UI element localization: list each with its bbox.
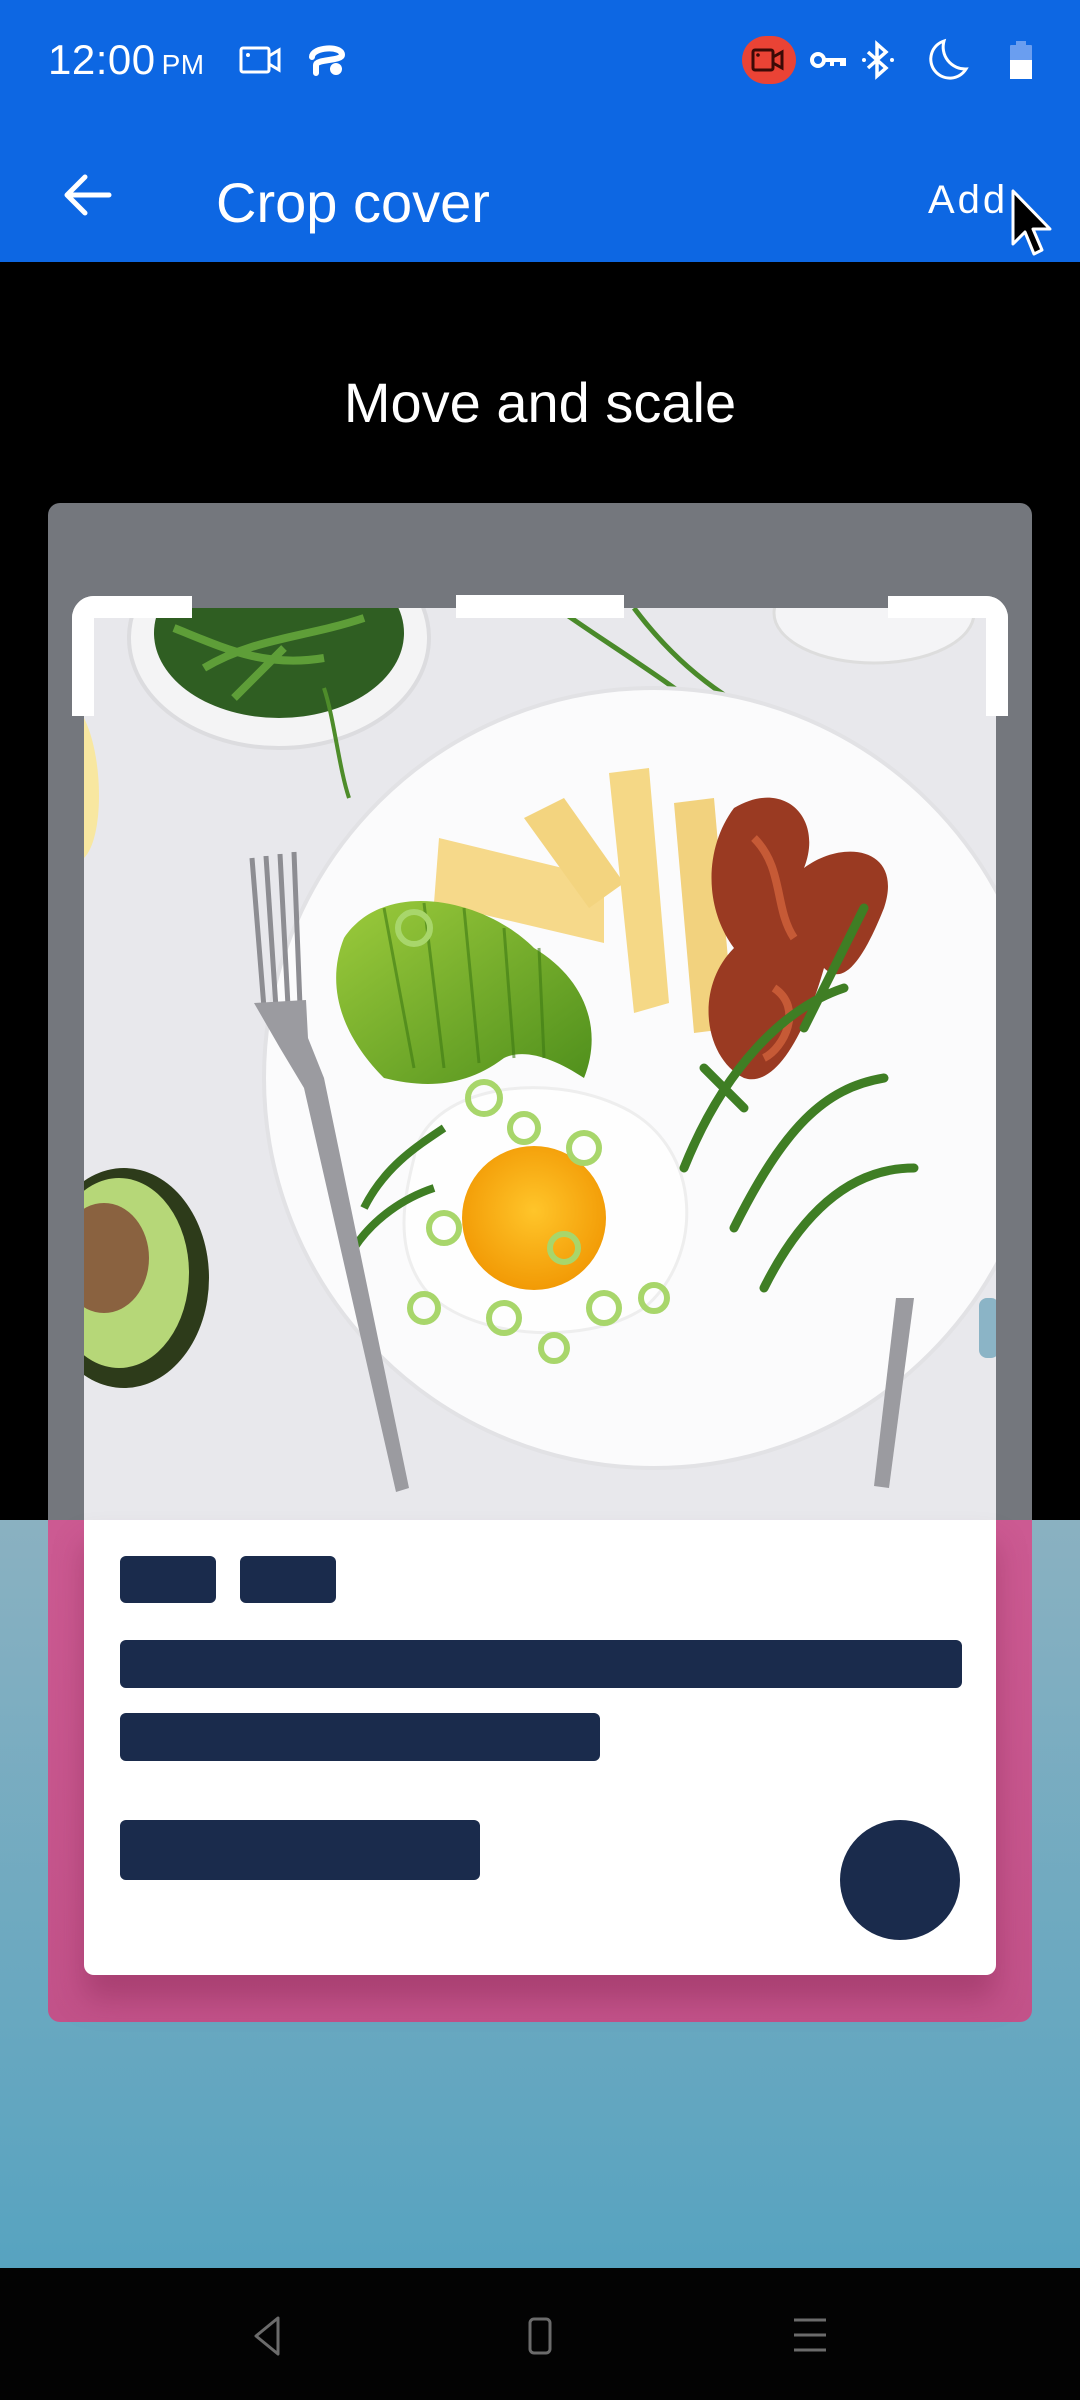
instruction-text: Move and scale [343,371,737,434]
app-bar: Crop cover Add [0,130,1080,262]
preview-card [84,1520,996,1975]
crop-handle-top-right-vertical[interactable] [986,596,1008,716]
skeleton-title-line-1 [120,1640,962,1688]
screen-recording-active-icon [751,48,784,72]
food-photo [84,608,996,1520]
mouse-cursor-icon [1010,188,1056,265]
add-button[interactable]: Add [928,178,1008,223]
skeleton-tag-1 [120,1556,216,1603]
nav-recents-button[interactable] [780,2306,840,2366]
nav-recents-icon [794,2318,826,2352]
bluetooth-icon [856,38,900,82]
crop-handle-top-center[interactable] [456,595,624,618]
skeleton-title-line-2 [120,1713,600,1761]
nav-home-button[interactable] [510,2306,570,2366]
nav-home-icon [528,2317,552,2355]
clock-ampm: PM [161,49,205,80]
nav-back-icon [254,2316,280,2356]
clock: 12:00 PM [48,36,205,84]
back-button[interactable] [52,160,122,230]
arrow-left-icon [64,174,112,216]
screen-record-icon [238,38,284,82]
clock-time: 12:00 [48,36,156,83]
system-nav-bar [0,2268,1080,2400]
battery-icon [1004,38,1038,82]
skeleton-meta [120,1820,480,1880]
car-mode-icon [304,38,350,82]
crop-handle-top-left-vertical[interactable] [72,596,94,716]
skeleton-tag-2 [240,1556,336,1603]
cover-image[interactable] [84,608,996,1520]
skeleton-avatar [840,1820,960,1940]
do-not-disturb-moon-icon [922,38,972,82]
page-title: Crop cover [216,171,490,234]
nav-back-button[interactable] [238,2306,298,2366]
status-bar: 12:00 PM [0,0,1080,130]
screen-recording-indicator[interactable] [742,36,796,84]
vpn-key-icon [806,38,852,82]
